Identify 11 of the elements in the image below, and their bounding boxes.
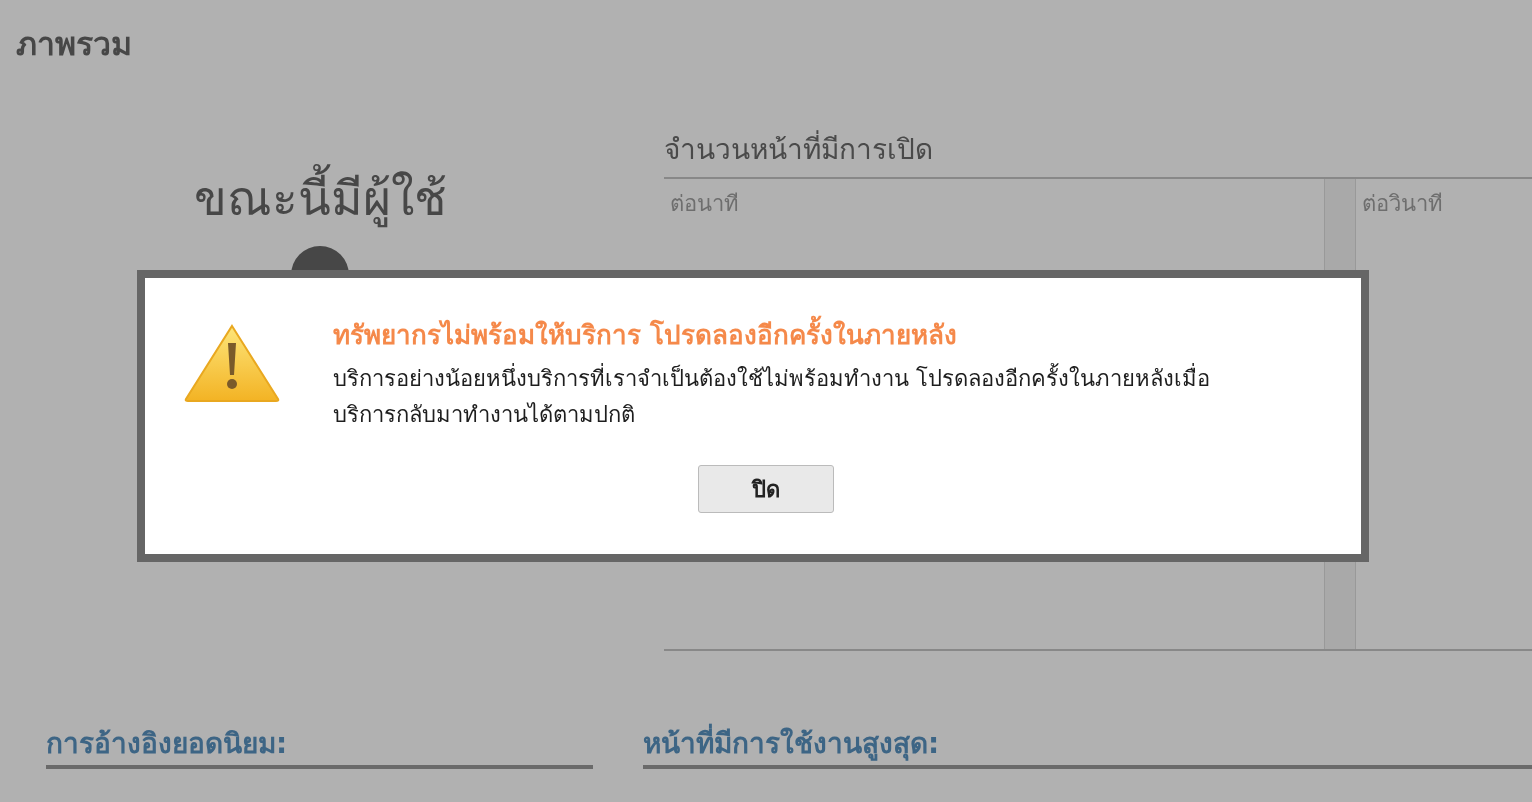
dialog-title: ทรัพยากรไม่พร้อมให้บริการ โปรดลองอีกครั้งในภายหลัง — [333, 315, 958, 355]
page-title: ภาพรวม — [16, 24, 132, 65]
column-header: ต่อวินาที — [1362, 190, 1443, 218]
section-heading: หน้าที่มีการใช้งานสูงสุด: — [643, 723, 940, 765]
dialog-message: บริการอย่างน้อยหนึ่งบริการที่เราจำเป็นต้องใช้ไม่พร้อมทำงาน โปรดลองอีกครั้งในภายหลังเมื่อบริการกลับมาทำงานได้ตามปกติ — [333, 361, 1253, 433]
column-header: ต่อนาที — [670, 190, 739, 218]
close-button[interactable]: ปิด — [697, 465, 834, 513]
section-heading: การอ้างอิงยอดนิยม: — [46, 726, 288, 762]
section-title: จำนวนหน้าที่มีการเปิด — [664, 130, 933, 170]
active-users-label: ขณะนี้มีผู้ใช้ — [193, 166, 447, 230]
warning-icon — [183, 323, 281, 403]
